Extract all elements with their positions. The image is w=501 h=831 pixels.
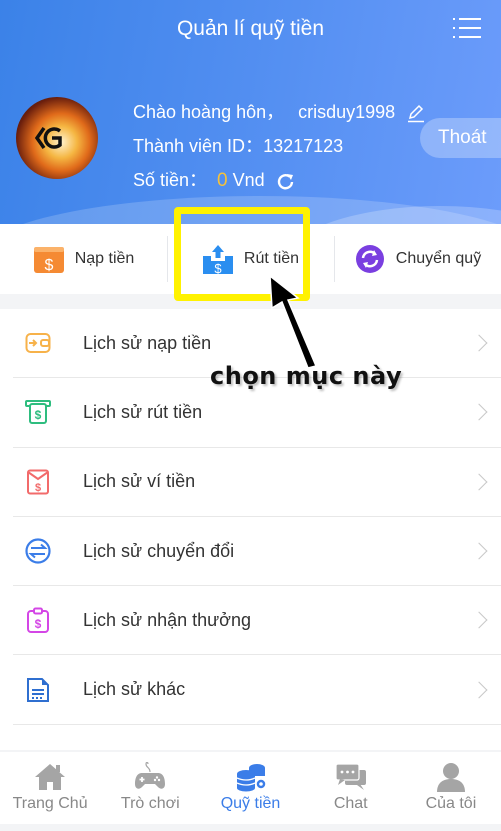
history-label: Lịch sử nhận thưởng <box>83 609 252 630</box>
nav-label: Trò chơi <box>120 795 180 812</box>
exchange-icon <box>25 538 51 564</box>
chevron-right-icon <box>470 681 488 699</box>
chevron-right-icon <box>470 334 488 352</box>
username: crisduy1998 <box>298 102 396 122</box>
balance-label: Số tiền： <box>133 170 208 190</box>
nav-label: Chat <box>333 795 368 812</box>
nav-label: Quỹ tiền <box>220 795 281 812</box>
avatar-logo-icon <box>34 125 62 150</box>
member-id: 13217123 <box>263 136 344 156</box>
member-id-label: Thành viên ID： <box>133 136 264 156</box>
transfer-icon <box>354 244 386 274</box>
gamepad-icon <box>134 761 166 792</box>
nav-games[interactable]: Trò chơi <box>100 752 200 824</box>
logout-button[interactable]: Thoát <box>420 118 501 158</box>
history-item-reward[interactable]: $ Lịch sử nhận thưởng <box>13 586 501 656</box>
list-menu-icon[interactable] <box>453 18 481 38</box>
history-item-exchange[interactable]: Lịch sử chuyển đổi <box>13 517 501 587</box>
history-label: Lịch sử khác <box>83 679 186 700</box>
top-bar: Quản lí quỹ tiền <box>0 0 501 60</box>
annotation-text: chọn mục này <box>210 362 403 390</box>
chevron-right-icon <box>470 473 488 491</box>
nav-funds[interactable]: Quỹ tiền <box>200 752 300 824</box>
clipboard-money-icon: $ <box>25 607 51 634</box>
history-item-other[interactable]: Lịch sử khác <box>13 655 501 725</box>
envelope-money-icon: $ <box>25 469 51 495</box>
chevron-right-icon <box>470 403 488 421</box>
bottom-nav: Trang Chủ Trò chơi Quỹ tiền Chat Của tôi <box>0 752 501 824</box>
chevron-right-icon <box>470 542 488 560</box>
atm-cash-icon: $ <box>25 399 51 425</box>
nav-label: Của tôi <box>425 795 477 812</box>
transfer-button[interactable]: Chuyển quỹ <box>334 224 501 294</box>
nav-label: Trang Chủ <box>12 795 88 812</box>
avatar[interactable] <box>16 97 98 179</box>
svg-text:$: $ <box>35 617 42 631</box>
svg-text:$: $ <box>35 408 42 422</box>
chat-bubbles-icon <box>335 762 367 792</box>
document-icon <box>25 677 51 703</box>
user-info: Chào hoàng hôn， crisduy1998 Thành viên ID… <box>133 95 426 198</box>
history-label: Lịch sử nạp tiền <box>83 332 212 353</box>
nav-home[interactable]: Trang Chủ <box>0 752 100 824</box>
wallet-in-icon <box>25 330 51 356</box>
svg-text:$: $ <box>35 482 41 494</box>
coins-gear-icon <box>235 762 267 792</box>
balance-amount: 0 <box>217 170 228 191</box>
history-label: Lịch sử chuyển đổi <box>83 540 235 561</box>
currency: Vnd <box>232 170 265 190</box>
history-label: Lịch sử rút tiền <box>83 401 203 422</box>
nav-chat[interactable]: Chat <box>301 752 401 824</box>
annotation-arrow-icon <box>269 274 318 369</box>
home-icon <box>34 762 66 792</box>
edit-pencil-icon[interactable] <box>406 100 426 123</box>
deposit-button[interactable]: $ Nạp tiền <box>0 224 167 294</box>
nav-profile[interactable]: Của tôi <box>401 752 501 824</box>
chevron-right-icon <box>470 611 488 629</box>
deposit-label: Nạp tiền <box>74 250 135 267</box>
transfer-label: Chuyển quỹ <box>395 250 482 267</box>
greeting: Chào hoàng hôn， <box>133 102 285 122</box>
history-item-wallet[interactable]: $ Lịch sử ví tiền <box>13 448 501 517</box>
user-icon <box>435 762 467 792</box>
page-title: Quản lí quỹ tiền <box>176 17 325 40</box>
deposit-icon: $ <box>33 244 65 274</box>
refresh-icon[interactable] <box>276 169 296 190</box>
svg-text:$: $ <box>44 257 53 274</box>
history-label: Lịch sử ví tiền <box>83 471 196 492</box>
